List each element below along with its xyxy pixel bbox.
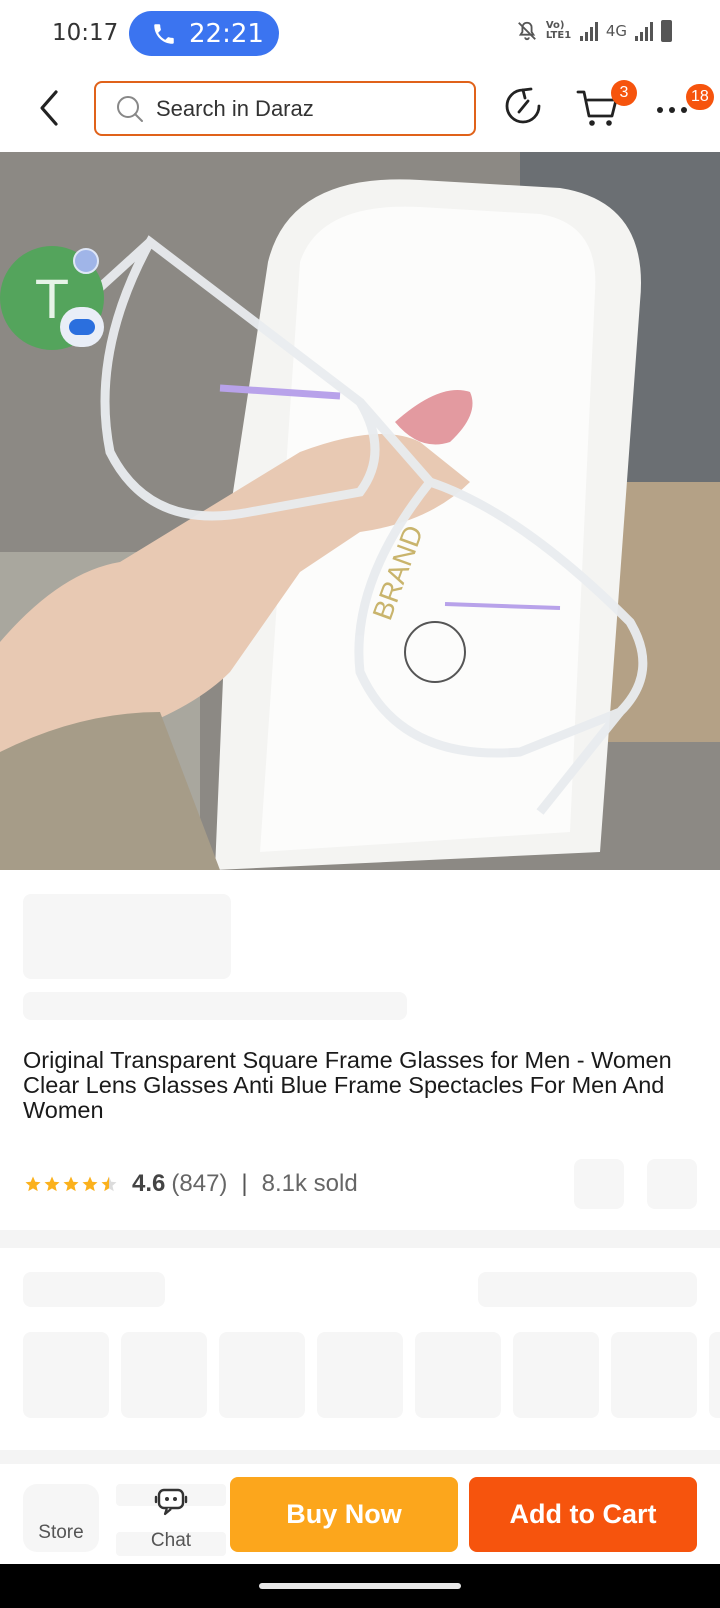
refresh-button[interactable]: [503, 86, 547, 130]
call-duration: 22:21: [189, 18, 264, 49]
back-button[interactable]: [30, 86, 70, 130]
cart-button[interactable]: 3: [576, 80, 637, 130]
variant-link-skeleton: [478, 1272, 697, 1307]
home-gesture-bar[interactable]: [259, 1583, 461, 1589]
status-icons: Vo) LTE1 4G: [516, 20, 672, 42]
cart-count-badge: 3: [611, 80, 637, 106]
store-button[interactable]: Store: [23, 1484, 99, 1552]
refresh-icon: [505, 87, 541, 124]
star-icon: [82, 1176, 98, 1192]
chat-label: Chat: [150, 1530, 192, 1551]
variant-thumb-skeleton: [415, 1332, 501, 1418]
price-skeleton: [23, 894, 231, 979]
product-page: 10:17 22:21 Vo) LTE1 4G Search in Daraz …: [0, 0, 720, 1608]
separator: |: [241, 1170, 248, 1197]
product-image[interactable]: BRAND: [0, 152, 720, 870]
add-to-cart-button[interactable]: Add to Cart: [469, 1477, 697, 1552]
phone-icon: [154, 23, 174, 44]
rating-value: 4.6: [132, 1170, 166, 1197]
variant-title-skeleton: [23, 1272, 165, 1307]
search-icon: [117, 95, 143, 122]
status-time: 10:17: [52, 20, 119, 46]
review-count: (847): [171, 1170, 228, 1197]
section-divider: [0, 1230, 720, 1248]
ongoing-call-chip[interactable]: 22:21: [129, 11, 279, 56]
avatar-status-dot: [73, 248, 99, 274]
sold-count: 8.1k sold: [261, 1170, 358, 1197]
status-bar: 10:17 22:21 Vo) LTE1 4G: [0, 0, 720, 68]
star-icon: [44, 1176, 60, 1192]
signal-icon-2: [635, 21, 653, 41]
signal-icon: [579, 21, 598, 41]
star-icon: [25, 1176, 41, 1192]
variant-thumb-skeleton: [219, 1332, 305, 1418]
variant-thumb-skeleton: [709, 1332, 720, 1418]
variant-thumb-skeleton: [611, 1332, 697, 1418]
half-star-icon: [101, 1176, 117, 1192]
share-skeleton: [647, 1159, 697, 1209]
back-arrow-icon: [40, 90, 58, 126]
star-icon: [63, 1176, 79, 1192]
top-nav: Search in Daraz 3 18: [0, 68, 720, 152]
glasses-photo: BRAND: [0, 152, 720, 870]
variant-thumb-skeleton: [513, 1332, 599, 1418]
promo-skeleton: [23, 992, 407, 1020]
variant-thumb-skeleton: [23, 1332, 109, 1418]
chat-robot-icon: [154, 1488, 188, 1516]
buy-now-button[interactable]: Buy Now: [230, 1477, 458, 1552]
variant-thumb-skeleton: [121, 1332, 207, 1418]
search-input[interactable]: Search in Daraz: [94, 81, 476, 136]
rating-row[interactable]: 4.6 (847) | 8.1k sold: [24, 1166, 358, 1202]
more-button[interactable]: 18: [654, 84, 714, 130]
store-label: Store: [38, 1522, 84, 1543]
variant-thumb-skeleton: [317, 1332, 403, 1418]
search-placeholder: Search in Daraz: [156, 95, 314, 121]
network-type: 4G: [605, 22, 627, 40]
system-nav-bar: [0, 1564, 720, 1608]
section-divider: [0, 1450, 720, 1464]
more-count-badge: 18: [686, 84, 714, 110]
product-title: Original Transparent Square Frame Glasse…: [23, 1047, 672, 1123]
chat-button[interactable]: Chat: [116, 1484, 226, 1556]
chat-bubble-icon: [60, 307, 104, 347]
battery-icon: [661, 20, 672, 42]
star-rating: [24, 1175, 118, 1193]
wishlist-skeleton: [574, 1159, 624, 1209]
bottom-action-bar: Store Chat Buy Now Add to Cart: [0, 1464, 720, 1564]
volte-indicator: Vo) LTE1: [545, 20, 572, 41]
mute-bell-icon: [517, 21, 536, 41]
